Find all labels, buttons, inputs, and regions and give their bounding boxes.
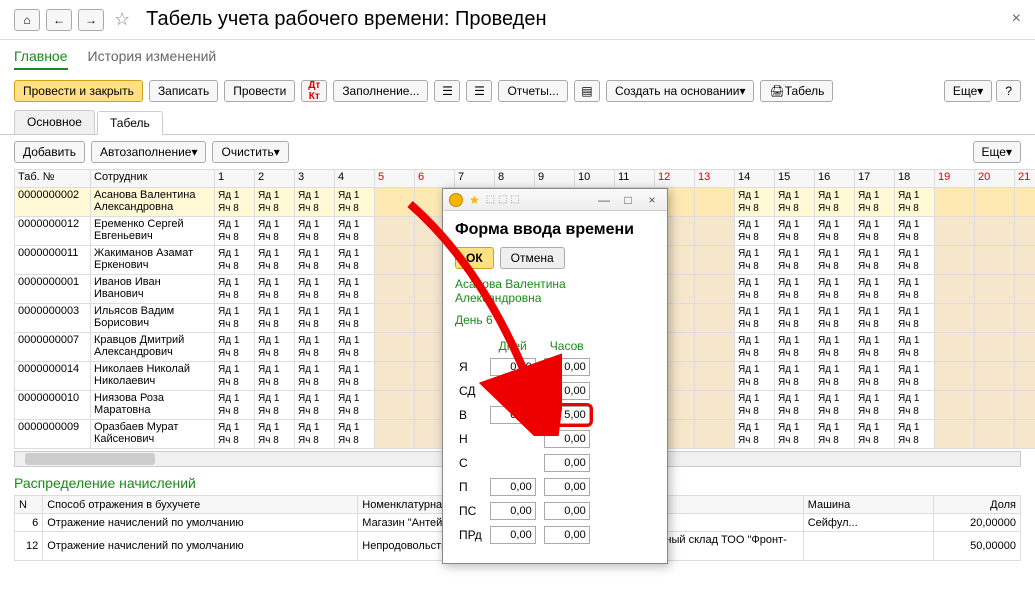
col-header-day[interactable]: 18 (895, 170, 935, 188)
days-input[interactable] (490, 358, 536, 376)
dialog-employee: Асанова Валентина Александровна (455, 277, 655, 305)
page-title: Табель учета рабочего времени: Проведен (146, 8, 546, 31)
col-header-day[interactable]: 20 (975, 170, 1015, 188)
hours-input[interactable] (544, 454, 590, 472)
toolbar: Провести и закрыть Записать Провести ДтК… (0, 76, 1035, 110)
col-header-day[interactable]: 11 (615, 170, 655, 188)
col-header-day[interactable]: 6 (415, 170, 455, 188)
col-header-day[interactable]: 9 (535, 170, 575, 188)
days-input[interactable] (490, 478, 536, 496)
col-header-day[interactable]: 12 (655, 170, 695, 188)
post-button[interactable]: Провести (224, 80, 295, 102)
col-header-day[interactable]: 8 (495, 170, 535, 188)
dialog-cancel-button[interactable]: Отмена (500, 247, 565, 269)
dialog-close-icon[interactable]: × (643, 193, 661, 207)
col-header-day[interactable]: 10 (575, 170, 615, 188)
print-tabel-button[interactable]: 🖨 Табель (760, 80, 833, 102)
days-input[interactable] (490, 502, 536, 520)
col-header-day[interactable]: 7 (455, 170, 495, 188)
close-icon[interactable]: × (1012, 10, 1021, 28)
col-header-num[interactable]: Таб. № (15, 170, 91, 188)
hours-input[interactable] (544, 478, 590, 496)
minimize-icon[interactable]: — (595, 193, 613, 207)
dialog-day: День 6 (455, 313, 655, 327)
home-button[interactable]: ⌂ (14, 9, 40, 31)
col-header-day[interactable]: 4 (335, 170, 375, 188)
col-header-emp[interactable]: Сотрудник (91, 170, 215, 188)
days-input[interactable] (490, 406, 536, 424)
hours-input[interactable] (544, 358, 590, 376)
nav-tabs: Главное История изменений (0, 40, 1035, 76)
add-button[interactable]: Добавить (14, 141, 85, 163)
hours-input[interactable] (544, 430, 590, 448)
col-header-day[interactable]: 1 (215, 170, 255, 188)
clear-button[interactable]: Очистить ▾ (212, 141, 288, 163)
tool-icon-1[interactable]: ☰ (434, 80, 460, 102)
tool-icon-3[interactable]: ▤ (574, 80, 600, 102)
subtab-main[interactable]: Основное (14, 110, 95, 134)
col-header-day[interactable]: 2 (255, 170, 295, 188)
tab-main[interactable]: Главное (14, 48, 68, 70)
autofill-button[interactable]: Автозаполнение ▾ (91, 141, 206, 163)
time-entry-table: ДнейЧасовЯСДВНСППСПРд (455, 337, 594, 547)
post-close-button[interactable]: Провести и закрыть (14, 80, 143, 102)
star-icon[interactable]: ★ (469, 193, 480, 207)
col-header-day[interactable]: 3 (295, 170, 335, 188)
grid-more-button[interactable]: Еще ▾ (973, 141, 1021, 163)
time-entry-dialog: ★ ⬚ ⬚ ⬚ — □ × Форма ввода времени ОК Отм… (442, 188, 668, 564)
create-based-button[interactable]: Создать на основании ▾ (606, 80, 755, 102)
sub-tabs: Основное Табель (0, 110, 1035, 135)
app-orb-icon (449, 193, 463, 207)
back-button[interactable]: ← (46, 9, 72, 31)
forward-button[interactable]: → (78, 9, 104, 31)
more-button[interactable]: Еще ▾ (944, 80, 992, 102)
hours-input[interactable] (544, 406, 590, 424)
days-input[interactable] (490, 526, 536, 544)
col-header-day[interactable]: 17 (855, 170, 895, 188)
dtkt-icon[interactable]: ДтКт (301, 80, 327, 102)
grid-toolbar: Добавить Автозаполнение ▾ Очистить ▾ Еще… (0, 135, 1035, 169)
col-header-day[interactable]: 13 (695, 170, 735, 188)
col-header-day[interactable]: 5 (375, 170, 415, 188)
col-header-day[interactable]: 21 (1015, 170, 1035, 188)
favorite-icon[interactable]: ☆ (114, 9, 130, 30)
subtab-tabel[interactable]: Табель (97, 111, 163, 135)
col-header-day[interactable]: 14 (735, 170, 775, 188)
dialog-ok-button[interactable]: ОК (455, 247, 494, 269)
reports-button[interactable]: Отчеты... (498, 80, 567, 102)
hours-input[interactable] (544, 382, 590, 400)
col-header-day[interactable]: 15 (775, 170, 815, 188)
help-button[interactable]: ? (996, 80, 1021, 102)
dialog-title: Форма ввода времени (455, 221, 655, 239)
fill-button[interactable]: Заполнение... (333, 80, 428, 102)
tool-icon-2[interactable]: ☰ (466, 80, 492, 102)
maximize-icon[interactable]: □ (619, 193, 637, 207)
hours-input[interactable] (544, 526, 590, 544)
col-header-day[interactable]: 19 (935, 170, 975, 188)
dialog-titlebar[interactable]: ★ ⬚ ⬚ ⬚ — □ × (443, 189, 667, 211)
header-bar: ⌂ ← → ☆ Табель учета рабочего времени: П… (0, 0, 1035, 40)
save-button[interactable]: Записать (149, 80, 218, 102)
hours-input[interactable] (544, 502, 590, 520)
tab-history[interactable]: История изменений (88, 48, 217, 70)
col-header-day[interactable]: 16 (815, 170, 855, 188)
